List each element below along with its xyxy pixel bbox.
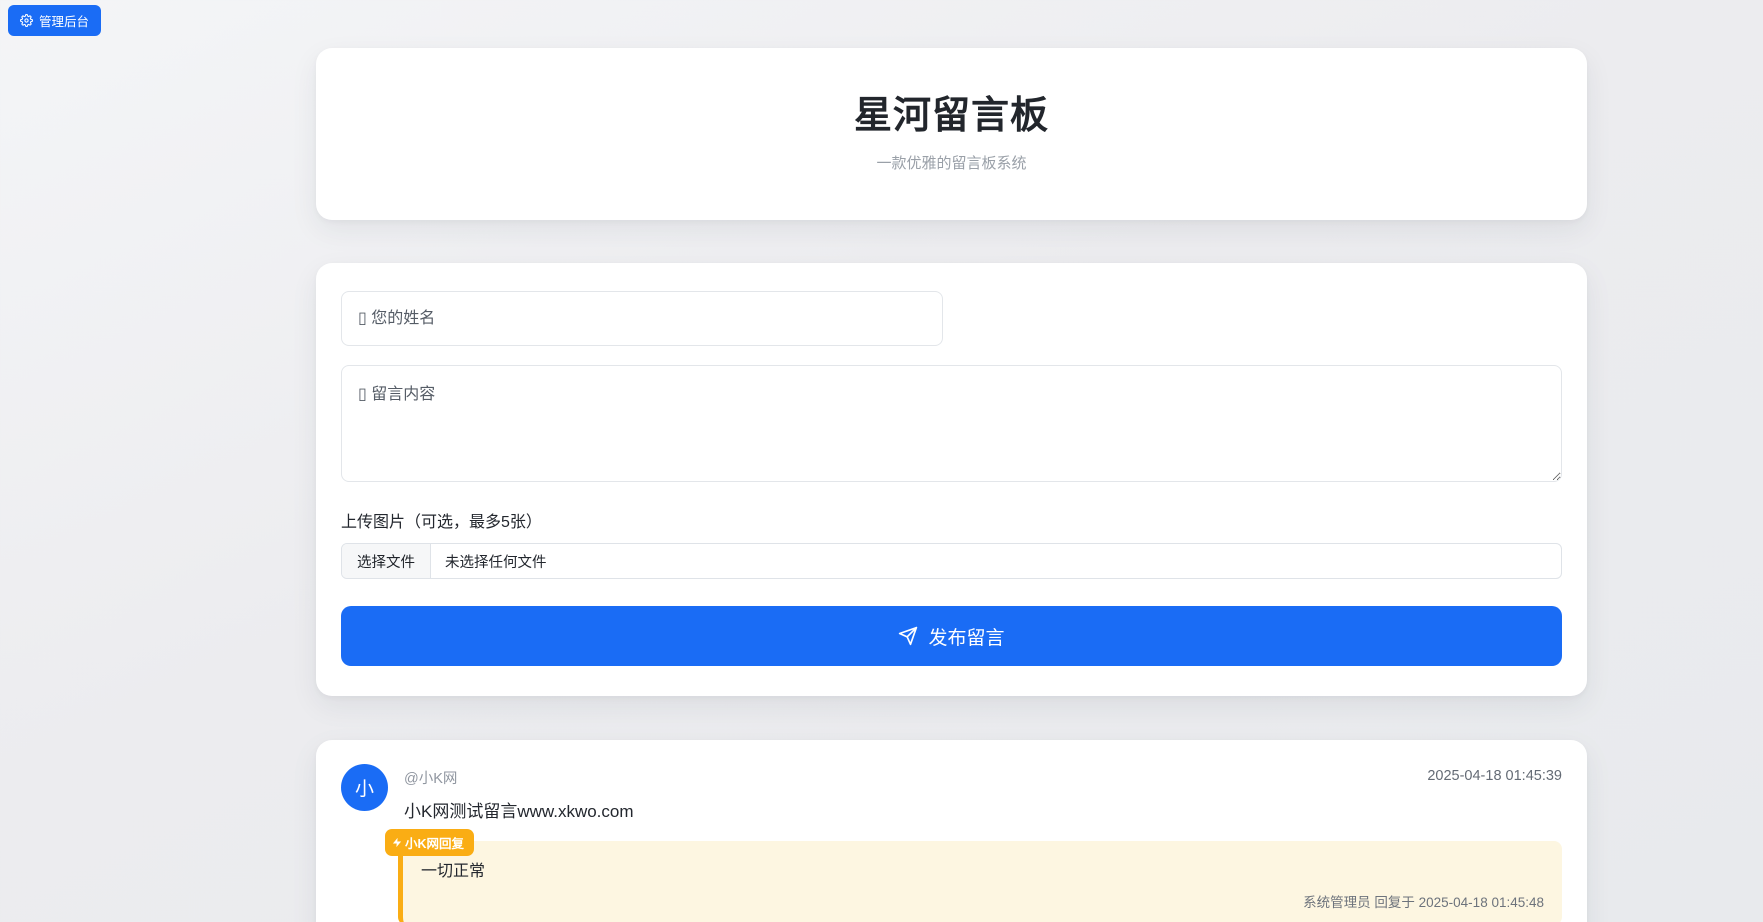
admin-reply: 小K网回复 一切正常 系统管理员 回复于 2025-04-18 01:45:48 <box>398 841 1562 922</box>
message-textarea[interactable] <box>341 365 1562 482</box>
admin-backend-button[interactable]: 管理后台 <box>8 5 101 36</box>
content-column: 星河留言板 一款优雅的留言板系统 上传图片（可选，最多5张） 选择文件 未选择任… <box>316 0 1587 922</box>
lightning-icon <box>392 837 402 848</box>
gear-icon <box>20 14 33 27</box>
page-title: 星河留言板 <box>336 84 1567 139</box>
reply-content: 一切正常 <box>421 857 1544 881</box>
upload-label: 上传图片（可选，最多5张） <box>341 508 1562 532</box>
message-card: 小 @小K网 小K网测试留言www.xkwo.com 2025-04-18 01… <box>316 740 1587 922</box>
page-subtitle: 一款优雅的留言板系统 <box>336 152 1567 173</box>
reply-box: 一切正常 系统管理员 回复于 2025-04-18 01:45:48 <box>398 841 1562 922</box>
message-header: 小 @小K网 小K网测试留言www.xkwo.com 2025-04-18 01… <box>341 764 1562 822</box>
reply-badge: 小K网回复 <box>385 829 474 856</box>
message-body: @小K网 小K网测试留言www.xkwo.com <box>404 764 1427 822</box>
choose-file-button[interactable]: 选择文件 <box>342 544 431 578</box>
submit-message-button[interactable]: 发布留言 <box>341 606 1562 666</box>
page: 管理后台 星河留言板 一款优雅的留言板系统 上传图片（可选，最多5张） 选择文件… <box>0 0 1763 922</box>
file-status-text: 未选择任何文件 <box>431 544 561 578</box>
post-form-card: 上传图片（可选，最多5张） 选择文件 未选择任何文件 发布留言 <box>316 263 1587 696</box>
header-card: 星河留言板 一款优雅的留言板系统 <box>316 48 1587 220</box>
message-username: @小K网 <box>404 764 1427 788</box>
file-input[interactable]: 选择文件 未选择任何文件 <box>341 543 1562 579</box>
reply-badge-label: 小K网回复 <box>405 833 464 852</box>
send-icon <box>898 626 918 646</box>
avatar: 小 <box>341 764 388 811</box>
submit-message-label: 发布留言 <box>928 623 1004 650</box>
message-timestamp: 2025-04-18 01:45:39 <box>1427 764 1562 784</box>
message-content: 小K网测试留言www.xkwo.com <box>404 797 1427 822</box>
name-input[interactable] <box>341 291 943 346</box>
reply-meta: 系统管理员 回复于 2025-04-18 01:45:48 <box>421 891 1544 911</box>
admin-backend-label: 管理后台 <box>39 11 89 30</box>
